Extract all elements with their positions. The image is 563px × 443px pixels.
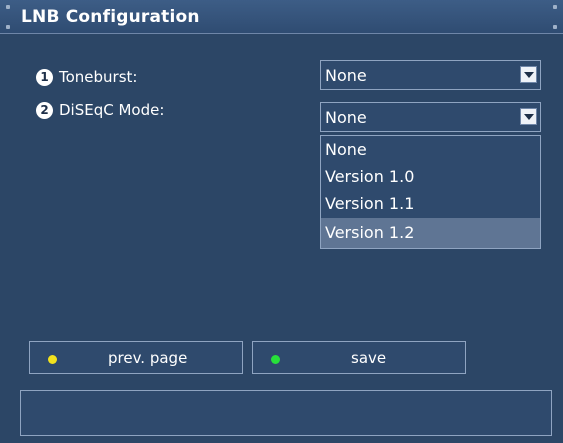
- save-button[interactable]: save: [252, 341, 466, 374]
- diseqc-value: None: [325, 108, 367, 127]
- save-button-label: save: [351, 349, 387, 367]
- toneburst-select[interactable]: None: [320, 60, 541, 90]
- window-title: LNB Configuration: [21, 7, 200, 27]
- diseqc-label: DiSEqC Mode:: [59, 101, 165, 119]
- chevron-down-icon[interactable]: [520, 108, 537, 125]
- rivet-decoration: [553, 25, 557, 29]
- diseqc-option-list[interactable]: None Version 1.0 Version 1.1 Version 1.2: [320, 135, 541, 249]
- rivet-decoration: [6, 5, 10, 9]
- toneburst-label: Toneburst:: [59, 68, 138, 86]
- circled-number-icon: 1: [36, 69, 53, 86]
- diseqc-option-version-1-1[interactable]: Version 1.1: [321, 190, 540, 217]
- toneburst-row-label: 1 Toneburst:: [36, 68, 137, 86]
- rivet-decoration: [6, 25, 10, 29]
- toneburst-value: None: [325, 66, 367, 85]
- title-bar: LNB Configuration: [0, 0, 563, 34]
- prev-page-button[interactable]: prev. page: [29, 341, 243, 374]
- diseqc-row-label: 2 DiSEqC Mode:: [36, 101, 164, 119]
- diseqc-option-version-1-2[interactable]: Version 1.2: [321, 218, 540, 248]
- diseqc-option-version-1-0[interactable]: Version 1.0: [321, 163, 540, 190]
- diseqc-select[interactable]: None: [320, 102, 541, 132]
- lnb-configuration-window: LNB Configuration 1 Toneburst: None 2 DiSE…: [0, 0, 563, 443]
- yellow-dot-icon: [48, 355, 57, 364]
- prev-page-button-label: prev. page: [108, 349, 188, 367]
- green-dot-icon: [271, 355, 280, 364]
- status-bar: [20, 390, 552, 436]
- circled-number-icon: 2: [36, 102, 53, 119]
- chevron-down-icon[interactable]: [520, 66, 537, 83]
- rivet-decoration: [553, 5, 557, 9]
- diseqc-option-none[interactable]: None: [321, 136, 540, 163]
